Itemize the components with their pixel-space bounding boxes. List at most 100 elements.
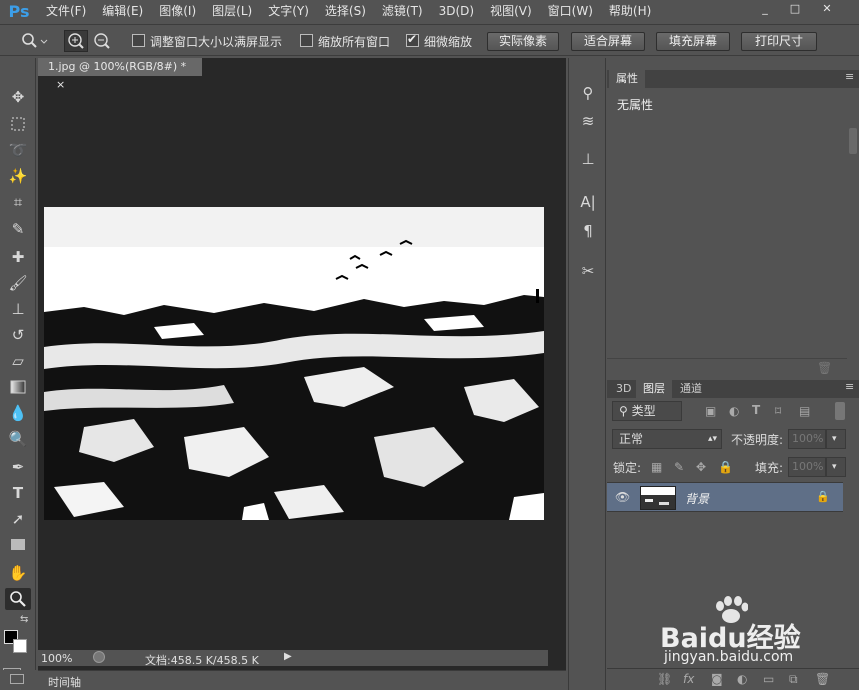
character-panel-icon[interactable]: A|: [576, 191, 600, 213]
menu-view[interactable]: 视图(V): [482, 0, 540, 22]
properties-scrollbar[interactable]: [849, 128, 857, 154]
layer-style-fx-icon[interactable]: fx: [683, 672, 694, 686]
eraser-tool-icon[interactable]: ▱: [5, 350, 31, 372]
zoom-in-icon: [68, 33, 84, 49]
zoom-all-label: 缩放所有窗口: [318, 35, 391, 49]
maximize-button[interactable]: □: [782, 0, 808, 18]
zoom-tool-icon[interactable]: [5, 588, 31, 610]
lock-pixels-icon[interactable]: ✎: [674, 460, 684, 474]
filter-shape-icon[interactable]: ⌑: [775, 404, 781, 418]
menu-filter[interactable]: 滤镜(T): [374, 0, 431, 22]
layer-filter-select[interactable]: ⚲ 类型: [612, 401, 682, 421]
menu-edit[interactable]: 编辑(E): [94, 0, 151, 22]
layer-row[interactable]: 👁 背景 🔒: [607, 482, 843, 512]
shape-tool-icon[interactable]: [5, 534, 31, 556]
actual-pixels-button[interactable]: 实际像素: [487, 32, 559, 51]
scrubby-zoom-checkbox[interactable]: [406, 32, 419, 47]
marquee-tool-icon[interactable]: [5, 113, 31, 135]
layer-name[interactable]: 背景: [685, 490, 709, 507]
swap-colors-icon[interactable]: ⇆: [20, 614, 28, 625]
lock-all-icon[interactable]: 🔒: [718, 460, 733, 474]
adjustment-layer-icon[interactable]: ◐: [737, 672, 747, 686]
status-info-icon[interactable]: [93, 651, 105, 663]
resize-windows-checkbox[interactable]: [132, 34, 145, 47]
delete-layer-icon[interactable]: 🗑: [815, 672, 830, 686]
menu-bar: Ps 文件(F) 编辑(E) 图像(I) 图层(L) 文字(Y) 选择(S) 滤…: [0, 0, 859, 22]
zoom-all-checkbox[interactable]: [300, 34, 313, 47]
document-tab[interactable]: 1.jpg @ 100%(RGB/8#) * ×: [38, 58, 202, 91]
lasso-tool-icon[interactable]: ➰: [5, 139, 31, 161]
document-close-icon[interactable]: ×: [56, 78, 65, 91]
document-size: 文档:458.5 K/458.5 K: [145, 654, 259, 667]
timeline-panel: 时间轴: [38, 670, 566, 690]
history-brush-tool-icon[interactable]: ↺: [5, 324, 31, 346]
clone-stamp-tool-icon[interactable]: ⊥: [5, 298, 31, 320]
zoom-out-icon[interactable]: [91, 31, 113, 51]
hand-tool-icon[interactable]: ✋: [5, 562, 31, 584]
brush-tool-icon[interactable]: 🖌: [5, 272, 31, 294]
brush-panel-icon[interactable]: ≋: [576, 110, 600, 132]
path-selection-tool-icon[interactable]: ➚: [5, 508, 31, 530]
menu-type[interactable]: 文字(Y): [260, 0, 317, 22]
minimize-button[interactable]: _: [752, 0, 778, 18]
filter-type-icon[interactable]: T: [752, 403, 760, 417]
tab-layers[interactable]: 图层: [636, 380, 672, 398]
fill-chevron-icon[interactable]: ▾: [826, 457, 846, 477]
link-layers-icon[interactable]: ⛓: [657, 672, 672, 686]
filter-adjustment-icon[interactable]: ◐: [729, 404, 739, 418]
blend-mode-select[interactable]: 正常 ▴▾: [612, 429, 722, 449]
tab-channels[interactable]: 通道: [673, 380, 709, 398]
filter-toggle-switch[interactable]: [835, 402, 845, 420]
properties-tab[interactable]: 属性: [609, 70, 645, 88]
image-canvas[interactable]: [44, 207, 544, 520]
properties-footer: [607, 358, 847, 374]
lock-transparent-icon[interactable]: ▦: [651, 460, 662, 474]
healing-brush-tool-icon[interactable]: ✚: [5, 246, 31, 268]
filter-pixel-icon[interactable]: ▣: [705, 404, 716, 418]
crop-tool-icon[interactable]: ⌗: [5, 191, 31, 213]
layer-visibility-eye-icon[interactable]: 👁: [615, 490, 630, 504]
tab-3d[interactable]: 3D: [609, 380, 638, 398]
menu-3d[interactable]: 3D(D): [431, 0, 482, 22]
zoom-in-mode[interactable]: [64, 30, 88, 52]
fill-screen-button[interactable]: 填充屏幕: [656, 32, 730, 51]
zoom-tool-preset-icon[interactable]: [20, 32, 48, 50]
print-size-button[interactable]: 打印尺寸: [741, 32, 817, 51]
type-tool-icon[interactable]: T: [5, 482, 31, 504]
new-layer-icon[interactable]: ⧉: [789, 672, 798, 687]
menu-help[interactable]: 帮助(H): [601, 0, 659, 22]
magic-wand-tool-icon[interactable]: ✨: [5, 165, 31, 187]
menu-file[interactable]: 文件(F): [38, 0, 94, 22]
gradient-tool-icon[interactable]: [5, 376, 31, 398]
timeline-toggle[interactable]: [0, 670, 36, 690]
menu-select[interactable]: 选择(S): [317, 0, 374, 22]
filter-smart-object-icon[interactable]: ▤: [799, 404, 810, 418]
clone-source-icon[interactable]: ⊥: [576, 148, 600, 170]
menu-layer[interactable]: 图层(L): [204, 0, 260, 22]
add-mask-icon[interactable]: ◙: [711, 672, 723, 686]
properties-menu-icon[interactable]: ≡: [845, 70, 854, 83]
background-color-swatch[interactable]: [13, 639, 27, 653]
watermark: Baidu经验 jingyan.baidu.com: [660, 596, 850, 670]
tool-presets-icon[interactable]: ✂: [576, 260, 600, 282]
close-button[interactable]: ✕: [814, 0, 840, 18]
layers-menu-icon[interactable]: ≡: [845, 380, 854, 393]
blur-tool-icon[interactable]: 💧: [5, 402, 31, 424]
opacity-chevron-icon[interactable]: ▾: [826, 429, 846, 449]
menu-window[interactable]: 窗口(W): [540, 0, 601, 22]
timeline-tab[interactable]: 时间轴: [48, 674, 81, 690]
opacity-input[interactable]: 100%: [788, 429, 826, 449]
menu-image[interactable]: 图像(I): [151, 0, 204, 22]
fit-screen-button[interactable]: 适合屏幕: [571, 32, 645, 51]
fill-input[interactable]: 100%: [788, 457, 826, 477]
eyedropper-tool-icon[interactable]: ✎: [5, 218, 31, 240]
dodge-tool-icon[interactable]: 🔍: [5, 428, 31, 450]
paragraph-panel-icon[interactable]: ¶: [576, 220, 600, 242]
status-menu-arrow-icon[interactable]: ▶: [284, 651, 292, 662]
lock-position-icon[interactable]: ✥: [696, 460, 706, 474]
brush-presets-icon[interactable]: ⚲: [576, 82, 600, 104]
pen-tool-icon[interactable]: ✒: [5, 456, 31, 478]
new-group-icon[interactable]: ▭: [763, 672, 774, 686]
zoom-level[interactable]: 100%: [41, 652, 72, 665]
move-tool-icon[interactable]: ✥: [5, 86, 31, 108]
